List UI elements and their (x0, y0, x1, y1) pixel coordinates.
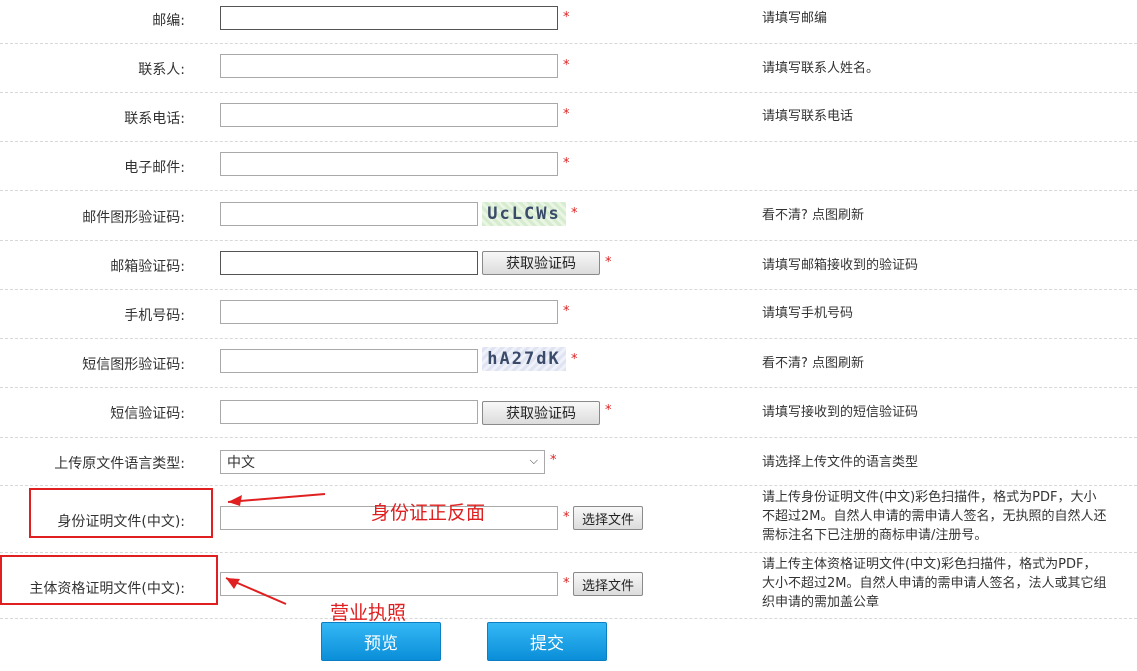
language-selected-value: 中文 (227, 455, 255, 471)
sms-captcha-hint[interactable]: 看不清? 点图刷新 (762, 354, 1107, 373)
email-captcha-image[interactable]: UcLCWs (482, 202, 566, 226)
sms-code-input[interactable] (220, 400, 478, 424)
sms-captcha-input[interactable] (220, 349, 478, 373)
annotation-text-id-card: 身份证正反面 (371, 502, 486, 524)
email-code-label: 邮箱验证码: (110, 259, 185, 275)
form-row-email: 电子邮件: * (0, 141, 1137, 191)
annotation-arrow-id (227, 493, 326, 506)
form-row-sms-code: 短信验证码: 获取验证码 * 请填写接收到的短信验证码 (0, 387, 1137, 438)
mobile-label: 手机号码: (124, 308, 185, 324)
form-row-language: 上传原文件语言类型: 中文 ⌵ * 请选择上传文件的语言类型 (0, 437, 1137, 486)
form-row-email-captcha: 邮件图形验证码: UcLCWs * 看不清? 点图刷新 (0, 190, 1137, 241)
id-document-hint: 请上传身份证明文件(中文)彩色扫描件，格式为PDF，大小不超过2M。自然人申请的… (762, 490, 1107, 543)
contact-phone-hint: 请填写联系电话 (762, 109, 854, 124)
choose-qualification-file-button[interactable]: 选择文件 (573, 572, 643, 596)
choose-id-file-button[interactable]: 选择文件 (573, 506, 643, 530)
sms-code-label: 短信验证码: (110, 406, 185, 422)
chevron-down-icon: ⌵ (529, 454, 538, 467)
required-mark: * (563, 10, 570, 25)
required-mark: * (605, 255, 612, 270)
postcode-input[interactable] (220, 6, 558, 30)
contact-phone-input[interactable] (220, 103, 558, 127)
get-sms-code-button[interactable]: 获取验证码 (482, 401, 600, 425)
sms-code-hint: 请填写接收到的短信验证码 (762, 405, 919, 420)
postcode-hint: 请填写邮编 (762, 11, 828, 26)
submit-button[interactable]: 提交 (487, 622, 607, 661)
form-row-contact-phone: 联系电话: * 请填写联系电话 (0, 92, 1137, 142)
required-mark: * (563, 576, 570, 591)
required-mark: * (571, 206, 578, 221)
required-mark: * (605, 403, 612, 418)
required-mark: * (563, 156, 570, 171)
annotation-box-id-label (29, 488, 213, 538)
email-code-input[interactable] (220, 251, 478, 275)
required-mark: * (563, 304, 570, 319)
contact-name-label: 联系人: (138, 62, 185, 78)
contact-name-hint: 请填写联系人姓名。 (762, 61, 880, 76)
email-code-hint: 请填写邮箱接收到的验证码 (762, 258, 919, 273)
annotation-box-qualification-label (0, 555, 218, 605)
postcode-label: 邮编: (152, 13, 185, 29)
language-select[interactable]: 中文 ⌵ (220, 450, 545, 474)
qualification-hint: 请上传主体资格证明文件(中文)彩色扫描件，格式为PDF，大小不超过2M。自然人申… (762, 557, 1107, 610)
mobile-hint: 请填写手机号码 (762, 306, 854, 321)
form-row-sms-captcha: 短信图形验证码: hA27dK * 看不清? 点图刷新 (0, 338, 1137, 388)
annotation-text-license: 营业执照 (330, 602, 407, 624)
contact-phone-label: 联系电话: (124, 111, 185, 127)
required-mark: * (571, 352, 578, 367)
get-email-code-button[interactable]: 获取验证码 (482, 251, 600, 275)
required-mark: * (563, 510, 570, 525)
email-captcha-input[interactable] (220, 202, 478, 226)
email-label: 电子邮件: (124, 160, 185, 176)
language-hint: 请选择上传文件的语言类型 (762, 455, 919, 470)
email-captcha-hint[interactable]: 看不清? 点图刷新 (762, 206, 1107, 225)
form-row-contact-name: 联系人: * 请填写联系人姓名。 (0, 43, 1137, 93)
sms-captcha-label: 短信图形验证码: (82, 357, 185, 373)
preview-button[interactable]: 预览 (321, 622, 441, 661)
email-captcha-label: 邮件图形验证码: (82, 210, 185, 226)
required-mark: * (563, 58, 570, 73)
annotation-arrow-license (225, 577, 287, 605)
form-row-email-code: 邮箱验证码: 获取验证码 * 请填写邮箱接收到的验证码 (0, 240, 1137, 290)
form-row-mobile: 手机号码: * 请填写手机号码 (0, 289, 1137, 339)
form-row-postcode: 邮编: * 请填写邮编 (0, 0, 1137, 44)
required-mark: * (550, 453, 557, 468)
sms-captcha-image[interactable]: hA27dK (482, 347, 566, 371)
required-mark: * (563, 107, 570, 122)
language-label: 上传原文件语言类型: (54, 456, 185, 472)
email-input[interactable] (220, 152, 558, 176)
mobile-input[interactable] (220, 300, 558, 324)
contact-name-input[interactable] (220, 54, 558, 78)
